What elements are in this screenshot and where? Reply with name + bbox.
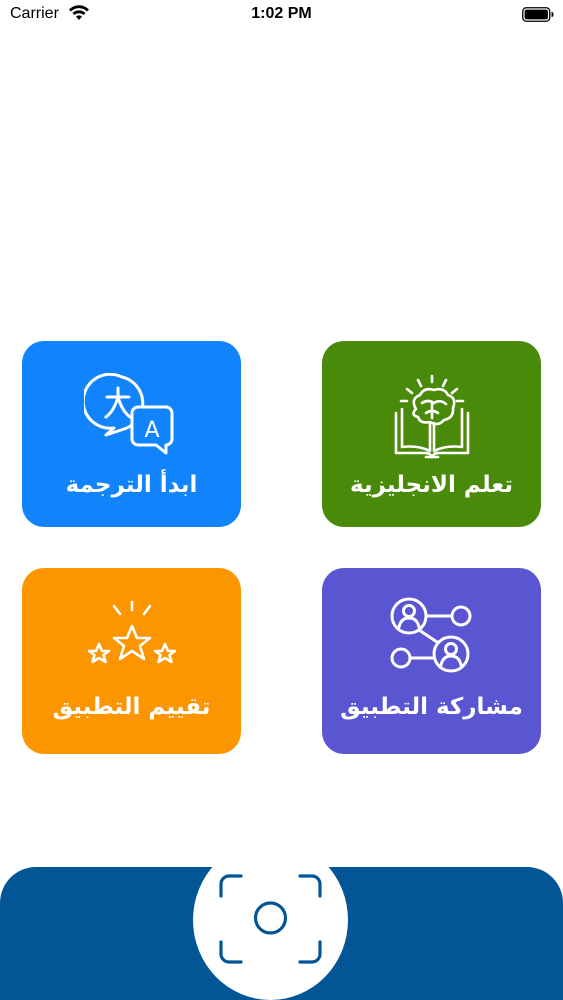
brain-book-icon [394,374,469,459]
learn-english-label: تعلم الانجليزية [350,472,513,498]
rate-app-label: تقييم التطبيق [52,694,211,720]
share-app-label: مشاركة التطبيق [340,694,523,720]
svg-text:A: A [144,418,159,443]
camera-scan-button[interactable] [193,840,348,1000]
status-time: 1:02 PM [251,5,312,22]
status-bar: Carrier 1:02 PM [0,0,563,30]
start-translation-label: ابدأ الترجمة [65,472,198,498]
stars-rating-icon [87,600,176,664]
rate-app-tile[interactable]: تقييم التطبيق [22,568,241,754]
share-network-icon [390,597,471,673]
translate-chat-icon: A [83,373,173,455]
battery-icon [522,7,554,22]
share-app-tile[interactable]: مشاركة التطبيق [322,568,541,754]
camera-scan-icon [219,874,322,964]
learn-english-tile[interactable]: تعلم الانجليزية [322,341,541,527]
start-translation-tile[interactable]: A ابدأ الترجمة [22,341,241,527]
